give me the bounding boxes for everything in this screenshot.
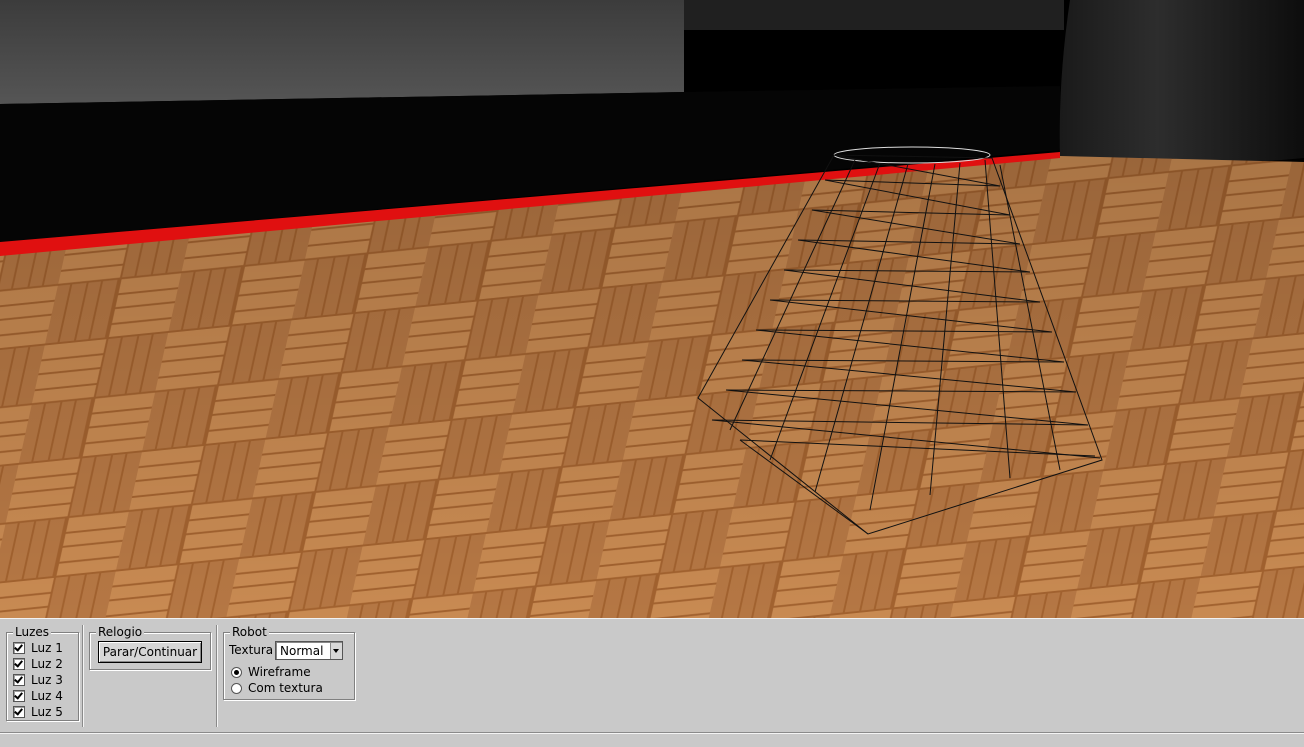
texture-select[interactable]: Normal: [275, 641, 343, 660]
status-bar: [0, 732, 1304, 747]
textured-radio[interactable]: Com textura: [231, 680, 323, 696]
light-2-label: Luz 2: [31, 657, 63, 671]
texture-label: Textura: [229, 643, 274, 657]
wall-top-strip: [684, 0, 1064, 30]
radio-unselected-icon: [231, 682, 242, 694]
textured-label: Com textura: [248, 681, 323, 695]
texture-select-value: Normal: [280, 643, 324, 658]
dropdown-arrow-icon[interactable]: [330, 642, 342, 659]
panel-separator: [216, 625, 218, 727]
light-3-checkbox[interactable]: Luz 3: [13, 672, 63, 688]
clock-group: Relogio Parar/Continuar: [89, 625, 211, 670]
checkbox-checked-icon: [13, 674, 25, 686]
robot-group: Robot Textura Normal Wireframe Com textu…: [223, 625, 355, 700]
light-5-label: Luz 5: [31, 705, 63, 719]
checkbox-checked-icon: [13, 642, 25, 654]
light-1-checkbox[interactable]: Luz 1: [13, 640, 63, 656]
light-4-checkbox[interactable]: Luz 4: [13, 688, 63, 704]
light-3-label: Luz 3: [31, 673, 63, 687]
checkbox-checked-icon: [13, 706, 25, 718]
3d-viewport[interactable]: [0, 0, 1304, 618]
panel-separator: [82, 625, 84, 727]
control-panel: Luzes Luz 1 Luz 2 Luz 3 Luz 4 Luz 5 Relo…: [0, 618, 1304, 746]
lights-group: Luzes Luz 1 Luz 2 Luz 3 Luz 4 Luz 5: [6, 625, 79, 721]
wireframe-radio[interactable]: Wireframe: [231, 664, 311, 680]
back-wall-panel: [0, 0, 684, 104]
pillar: [1059, 0, 1304, 164]
scene-canvas: [0, 0, 1304, 618]
radio-selected-icon: [231, 666, 242, 678]
lights-group-title: Luzes: [13, 625, 52, 639]
clock-group-title: Relogio: [96, 625, 145, 639]
wireframe-label: Wireframe: [248, 665, 311, 679]
checkbox-checked-icon: [13, 658, 25, 670]
light-2-checkbox[interactable]: Luz 2: [13, 656, 63, 672]
checkbox-checked-icon: [13, 690, 25, 702]
light-5-checkbox[interactable]: Luz 5: [13, 704, 63, 720]
robot-group-title: Robot: [230, 625, 269, 639]
light-1-label: Luz 1: [31, 641, 63, 655]
light-4-label: Luz 4: [31, 689, 63, 703]
stop-continue-button[interactable]: Parar/Continuar: [98, 641, 202, 663]
